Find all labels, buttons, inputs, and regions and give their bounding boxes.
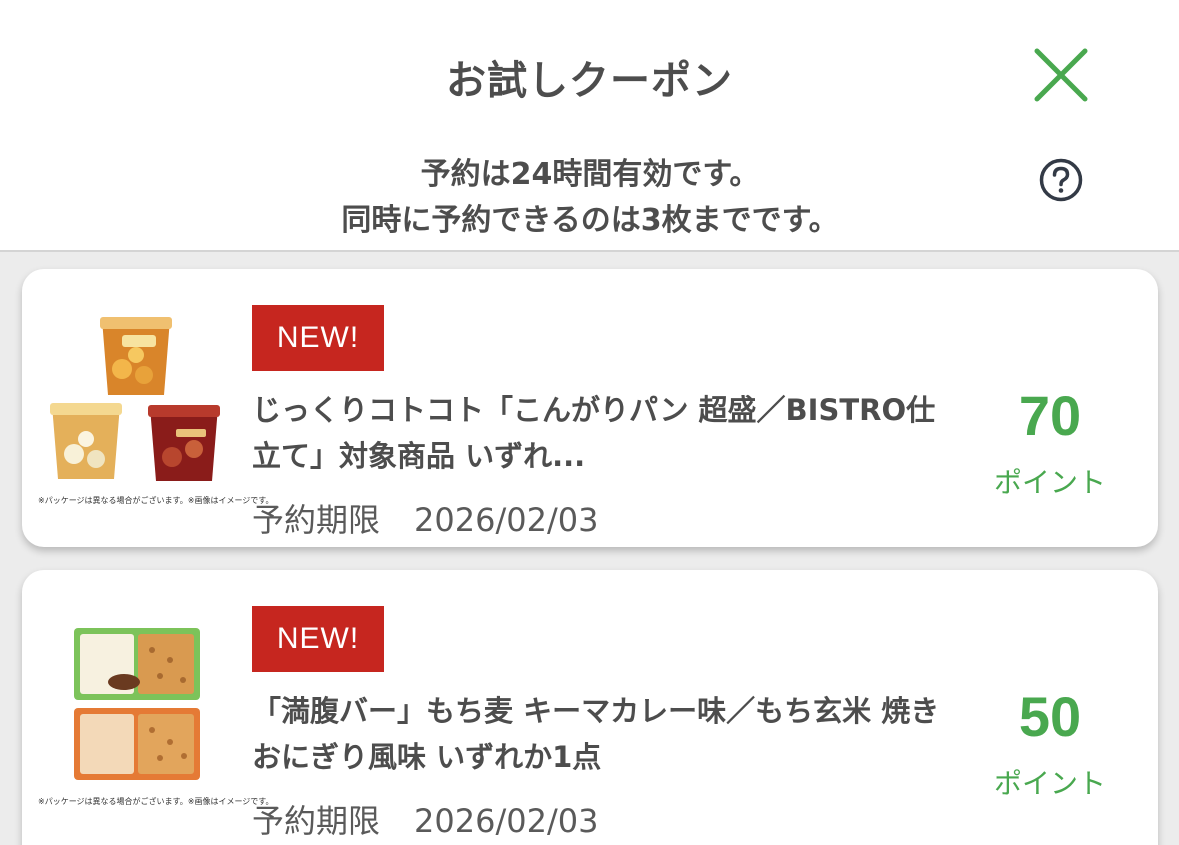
notice-line-2: 同時に予約できるのは3枚までです。	[341, 203, 839, 238]
points-value: 70	[1018, 384, 1082, 447]
question-circle-icon	[1039, 158, 1083, 202]
coupon-card[interactable]: ※パッケージは異なる場合がございます。※画像はイメージです。 NEW! じっくり…	[22, 269, 1158, 547]
new-badge: NEW!	[252, 606, 384, 672]
product-image	[40, 309, 240, 509]
new-badge: NEW!	[252, 305, 384, 371]
coupon-name: 「満腹バー」もち麦 キーマカレー味／もち玄米 焼きおにぎり風味 いずれか1点	[252, 694, 940, 774]
deadline-date: 2026/02/03	[414, 501, 599, 539]
reservation-deadline: 予約期限 2026/02/03	[252, 796, 598, 842]
notice-line-1: 予約は24時間有効です。	[420, 157, 760, 192]
page-title: お試しクーポン	[446, 58, 733, 104]
coupon-card[interactable]: ※パッケージは異なる場合がございます。※画像はイメージです。 NEW! 「満腹バ…	[22, 570, 1158, 845]
deadline-label: 予約期限	[252, 802, 381, 840]
points-unit: ポイント	[993, 466, 1106, 499]
close-icon	[1034, 48, 1088, 102]
reservation-deadline: 予約期限 2026/02/03	[252, 495, 598, 541]
help-button[interactable]	[1038, 157, 1084, 203]
product-image	[40, 610, 240, 810]
points-unit: ポイント	[993, 767, 1106, 800]
points-value: 50	[1018, 685, 1082, 748]
deadline-date: 2026/02/03	[414, 802, 599, 840]
image-caption: ※パッケージは異なる場合がございます。※画像はイメージです。	[38, 496, 274, 505]
close-button[interactable]	[1030, 44, 1092, 106]
modal-header: お試しクーポン 予約は24時間有効です。 同時に予約できるのは3枚までです。	[0, 0, 1179, 252]
coupon-name: じっくりコトコト「こんがりパン 超盛／BISTRO仕立て」対象商品 いずれ...	[252, 393, 936, 473]
reservation-notice: 予約は24時間有効です。 同時に予約できるのは3枚までです。	[200, 152, 980, 244]
image-caption: ※パッケージは異なる場合がございます。※画像はイメージです。	[38, 797, 274, 806]
deadline-label: 予約期限	[252, 501, 381, 539]
